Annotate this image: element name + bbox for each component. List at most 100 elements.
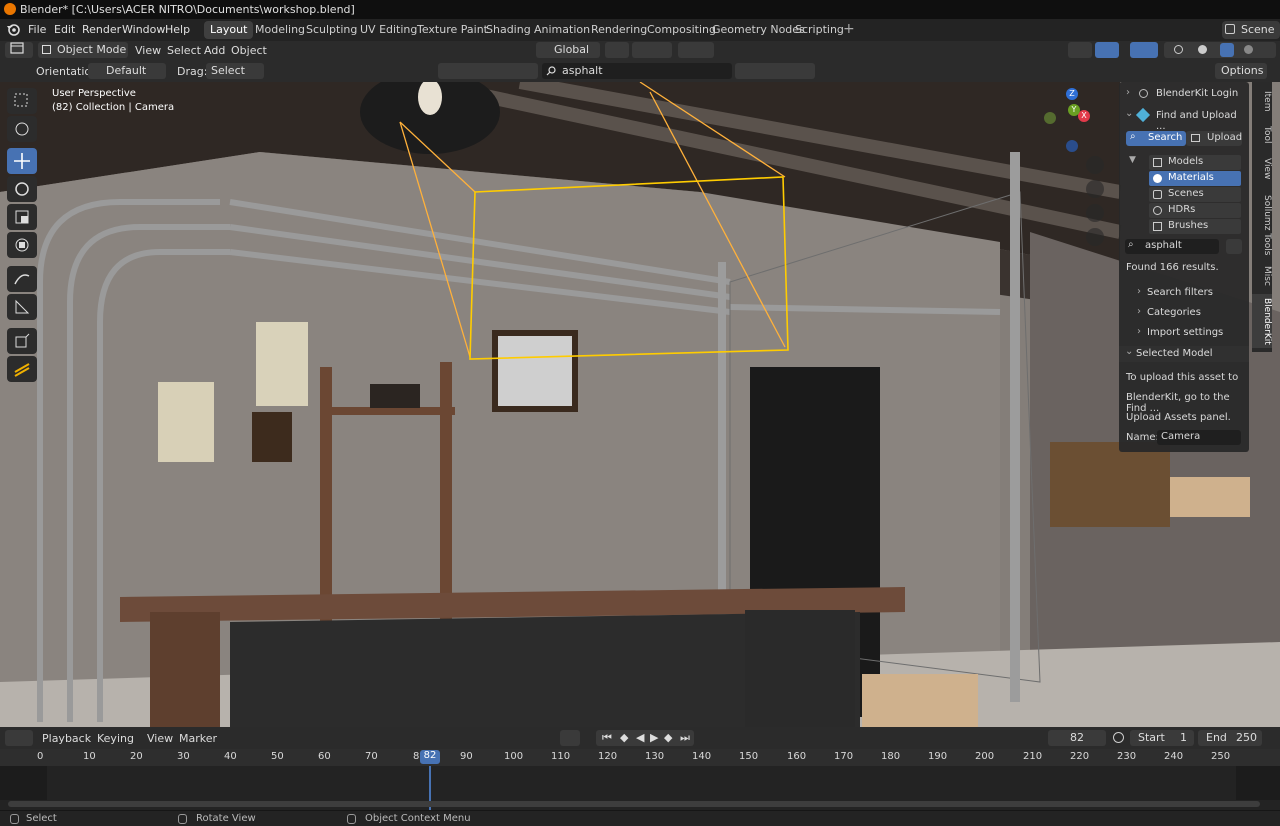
asset-type-materials[interactable]: Materials — [1149, 171, 1241, 186]
asset-type-hdrs[interactable]: HDRs — [1149, 203, 1241, 218]
add-workspace-icon[interactable]: + — [843, 21, 855, 37]
menu-file[interactable]: File — [28, 23, 46, 36]
asset-type-buttons[interactable] — [438, 63, 538, 79]
overlay-toggle-icon[interactable] — [1130, 42, 1158, 58]
tab-tool[interactable]: Tool — [1252, 122, 1272, 148]
wireframe-shading-icon[interactable] — [1174, 45, 1183, 54]
timeline-editor-type-icon[interactable] — [5, 730, 33, 746]
import-settings-row[interactable]: › Import settings — [1119, 326, 1249, 340]
menu-select[interactable]: Select — [167, 44, 201, 57]
3d-viewport[interactable]: User Perspective (82) Collection | Camer… — [0, 82, 1280, 727]
ortho-toggle-icon[interactable] — [1086, 228, 1104, 246]
rendered-shading-icon[interactable] — [1244, 45, 1253, 54]
blenderkit-login-row[interactable]: › BlenderKit Login — [1119, 86, 1249, 102]
menu-object[interactable]: Object — [231, 44, 267, 57]
menu-window[interactable]: Window — [122, 23, 165, 36]
timeline-menu-keying[interactable]: Keying — [97, 732, 134, 745]
measure-tool-icon[interactable] — [7, 294, 37, 320]
select-box-tool-icon[interactable] — [7, 88, 37, 114]
timeline-menu-view[interactable]: View — [147, 732, 173, 745]
neg-z-axis-icon[interactable] — [1066, 140, 1078, 152]
transform-tool-icon[interactable] — [7, 232, 37, 258]
upload-tab[interactable]: Upload — [1186, 131, 1242, 146]
proportional-editing-icon[interactable] — [678, 42, 714, 58]
orientation-dropdown[interactable]: Default — [88, 63, 166, 79]
next-keyframe-icon[interactable]: ◆ — [664, 730, 672, 746]
workspace-tab-layout[interactable]: Layout — [204, 21, 254, 39]
asset-type-brushes[interactable]: Brushes — [1149, 219, 1241, 234]
options-button[interactable]: Options — [1215, 63, 1267, 79]
collapse-triangle-icon[interactable]: ▼ — [1129, 155, 1136, 165]
solid-shading-icon[interactable] — [1198, 45, 1207, 54]
timeline-menu-marker[interactable]: Marker — [179, 732, 217, 745]
jump-end-icon[interactable]: ⏭ — [680, 730, 690, 746]
search-options-icon[interactable] — [1226, 239, 1242, 254]
y-axis-icon[interactable]: Y — [1068, 104, 1080, 116]
tab-item[interactable]: Item — [1252, 88, 1272, 114]
categories-row[interactable]: › Categories — [1119, 306, 1249, 320]
search-filters-row[interactable]: › Search filters — [1119, 286, 1249, 300]
asset-type-models[interactable]: Models — [1149, 155, 1241, 170]
name-field[interactable]: Camera — [1157, 430, 1241, 445]
visibility-icon[interactable] — [1068, 42, 1092, 58]
drag-dropdown[interactable]: Select Box — [206, 63, 264, 93]
workspace-tab-scripting[interactable]: Scripting — [789, 21, 850, 39]
panel-search-field[interactable]: ⌕ asphalt — [1125, 239, 1219, 254]
timeline-scrollbar[interactable] — [8, 801, 1260, 807]
playback-controls[interactable]: ⏮ ◆ ◀ ▶ ◆ ⏭ — [596, 730, 694, 746]
scale-tool-icon[interactable] — [7, 204, 37, 230]
rotate-tool-icon[interactable] — [7, 176, 37, 202]
gizmo-toggle-icon[interactable] — [1095, 42, 1119, 58]
blenderkit-search-bar[interactable]: asphalt — [542, 63, 732, 79]
blenderkit-tool-icon[interactable] — [7, 356, 37, 382]
auto-keying-icon[interactable] — [560, 730, 580, 746]
z-axis-icon[interactable]: Z — [1066, 88, 1078, 100]
menu-add[interactable]: Add — [204, 44, 225, 57]
navigation-gizmo[interactable]: Z X Y — [1038, 82, 1110, 162]
camera-view-icon[interactable] — [1086, 204, 1104, 222]
find-upload-row[interactable]: ⌄ Find and Upload ... — [1119, 107, 1249, 132]
tab-misc[interactable]: Misc — [1252, 264, 1272, 288]
tab-sollumz-tools[interactable]: Sollumz Tools — [1252, 190, 1272, 260]
snap-icon[interactable] — [632, 42, 672, 58]
top-menu-bar: File Edit Render Window Help Layout Mode… — [0, 19, 1280, 41]
tab-blenderkit[interactable]: BlenderKit — [1252, 294, 1272, 348]
search-filter-icons[interactable] — [735, 63, 815, 79]
selected-model-header[interactable]: ⌄ Selected Model — [1119, 346, 1249, 362]
preview-range-icon[interactable] — [1113, 732, 1124, 743]
add-cube-tool-icon[interactable] — [7, 328, 37, 354]
pan-hand-icon[interactable] — [1086, 180, 1104, 198]
current-frame-marker[interactable]: 82 — [420, 750, 440, 764]
search-tab[interactable]: ⌕ Search — [1126, 131, 1186, 146]
timeline-ruler[interactable]: 0 10 20 30 40 50 60 70 8 82 90 100 110 1… — [0, 749, 1280, 766]
annotate-tool-icon[interactable] — [7, 266, 37, 292]
zoom-icon[interactable] — [1086, 156, 1104, 174]
play-reverse-icon[interactable]: ◀ — [636, 730, 644, 746]
start-frame-field[interactable]: Start 1 — [1130, 730, 1194, 746]
neg-y-axis-icon[interactable] — [1044, 112, 1056, 124]
menu-render[interactable]: Render — [82, 23, 121, 36]
transform-orientation-dropdown[interactable]: Global — [536, 42, 600, 58]
scene-selector[interactable]: Scene — [1222, 21, 1280, 39]
current-frame-field[interactable]: 82 — [1048, 730, 1106, 746]
menu-edit[interactable]: Edit — [54, 23, 75, 36]
menu-help[interactable]: Help — [165, 23, 190, 36]
prev-keyframe-icon[interactable]: ◆ — [620, 730, 628, 746]
asset-type-scenes[interactable]: Scenes — [1149, 187, 1241, 202]
jump-start-icon[interactable]: ⏮ — [602, 730, 612, 746]
editor-type-button[interactable] — [5, 42, 33, 58]
menu-view[interactable]: View — [135, 44, 161, 57]
blender-menu-icon[interactable] — [6, 22, 20, 39]
x-axis-icon[interactable]: X — [1078, 110, 1090, 122]
mode-selector[interactable]: Object Mode — [38, 42, 128, 58]
end-frame-field[interactable]: End 250 — [1198, 730, 1262, 746]
play-icon[interactable]: ▶ — [650, 730, 658, 746]
shading-mode-buttons[interactable] — [1164, 42, 1276, 58]
pivot-point-icon[interactable] — [605, 42, 629, 58]
timeline-area[interactable] — [0, 766, 1280, 810]
cursor-tool-icon[interactable] — [7, 116, 37, 142]
material-preview-icon[interactable] — [1220, 43, 1234, 57]
move-tool-icon[interactable] — [7, 148, 37, 174]
tab-view[interactable]: View — [1252, 156, 1272, 182]
timeline-menu-playback[interactable]: Playback — [42, 732, 91, 745]
